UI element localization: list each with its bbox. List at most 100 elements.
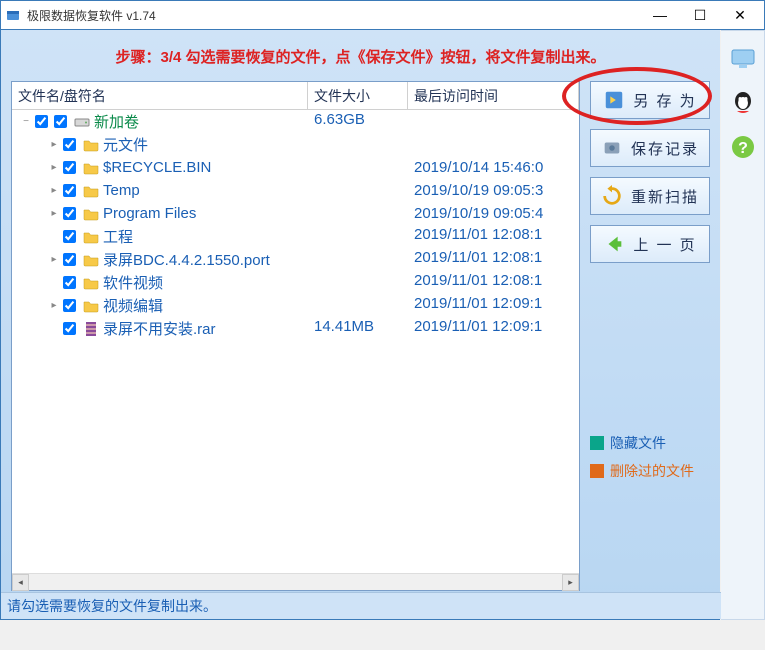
save-as-icon: [603, 89, 625, 111]
file-name: Temp: [103, 182, 140, 199]
save-as-button[interactable]: 另 存 为: [590, 81, 710, 119]
table-row[interactable]: 软件视频 2019/11/01 12:08:1: [12, 271, 579, 294]
scroll-right-icon[interactable]: ▸: [562, 574, 579, 591]
prev-label: 上 一 页: [633, 234, 696, 255]
legend-deleted-label: 删除过的文件: [610, 461, 694, 481]
row-checkbox[interactable]: [63, 299, 76, 312]
prev-icon: [603, 233, 625, 255]
folder-icon: [83, 183, 99, 199]
rescan-button[interactable]: 重新扫描: [590, 177, 710, 215]
file-date: [408, 111, 579, 132]
action-sidebar: 另 存 为 保存记录 重新扫描 上 一 页 隐藏文件: [580, 81, 710, 591]
file-size: [308, 249, 408, 270]
expand-icon[interactable]: [48, 323, 60, 334]
file-size: 6.63GB: [308, 111, 408, 132]
row-checkbox[interactable]: [54, 115, 67, 128]
folder-icon: [83, 160, 99, 176]
app-icon: [5, 7, 21, 23]
file-name: 录屏不用安装.rar: [103, 318, 216, 339]
row-checkbox[interactable]: [63, 276, 76, 289]
row-checkbox[interactable]: [63, 184, 76, 197]
folder-icon: [83, 206, 99, 222]
file-date: 2019/10/14 15:46:0: [408, 159, 579, 176]
table-row[interactable]: − 新加卷 6.63GB: [12, 110, 579, 133]
expand-icon[interactable]: ▸: [48, 139, 60, 150]
table-row[interactable]: 工程 2019/11/01 12:08:1: [12, 225, 579, 248]
file-date: 2019/10/19 09:05:3: [408, 182, 579, 199]
expand-icon[interactable]: ▸: [48, 162, 60, 173]
file-date: 2019/11/01 12:09:1: [408, 318, 579, 339]
legend-hidden-swatch: [590, 436, 604, 450]
row-checkbox[interactable]: [63, 207, 76, 220]
folder-icon: [83, 252, 99, 268]
status-bar: 请勾选需要恢复的文件复制出来。: [1, 592, 721, 619]
expand-icon[interactable]: ▸: [48, 185, 60, 196]
rescan-icon: [601, 185, 623, 207]
tray-qq-icon[interactable]: [729, 89, 757, 117]
row-checkbox[interactable]: [35, 115, 48, 128]
file-name: 录屏BDC.4.4.2.1550.port: [103, 249, 270, 270]
table-row[interactable]: 录屏不用安装.rar 14.41MB 2019/11/01 12:09:1: [12, 317, 579, 340]
legend-hidden-label: 隐藏文件: [610, 433, 666, 453]
expand-icon[interactable]: −: [20, 116, 32, 127]
file-size: [308, 182, 408, 199]
step-hint: 步骤：3/4 勾选需要恢复的文件，点《保存文件》按钮，将文件复制出来。: [11, 40, 710, 81]
save-log-label: 保存记录: [631, 138, 699, 159]
file-name: 元文件: [103, 134, 148, 155]
prev-page-button[interactable]: 上 一 页: [590, 225, 710, 263]
main-frame: 步骤：3/4 勾选需要恢复的文件，点《保存文件》按钮，将文件复制出来。 文件名/…: [0, 30, 720, 620]
folder-icon: [83, 298, 99, 314]
h-scrollbar[interactable]: ◂ ▸: [12, 573, 579, 590]
expand-icon[interactable]: ▸: [48, 254, 60, 265]
file-date: 2019/11/01 12:09:1: [408, 295, 579, 316]
table-row[interactable]: ▸$RECYCLE.BIN 2019/10/14 15:46:0: [12, 156, 579, 179]
expand-icon[interactable]: ▸: [48, 300, 60, 311]
row-checkbox[interactable]: [63, 253, 76, 266]
row-checkbox[interactable]: [63, 138, 76, 151]
expand-icon[interactable]: ▸: [48, 208, 60, 219]
window-title: 极限数据恢复软件 v1.74: [27, 7, 640, 24]
file-name: 新加卷: [94, 111, 139, 132]
save-as-label: 另 存 为: [633, 90, 696, 111]
save-log-button[interactable]: 保存记录: [590, 129, 710, 167]
folder-icon: [83, 229, 99, 245]
save-log-icon: [601, 137, 623, 159]
file-date: 2019/11/01 12:08:1: [408, 272, 579, 293]
expand-icon[interactable]: [48, 231, 60, 242]
close-button[interactable]: ✕: [720, 1, 760, 29]
file-list-panel: 文件名/盘符名 文件大小 最后访问时间 − 新加卷 6.63GB ▸ 元文件 ▸$R…: [11, 81, 580, 591]
svg-text:?: ?: [738, 140, 748, 157]
title-bar: 极限数据恢复软件 v1.74 — ☐ ✕: [0, 0, 765, 30]
minimize-button[interactable]: —: [640, 1, 680, 29]
file-size: [308, 272, 408, 293]
file-date: [408, 134, 579, 155]
table-row[interactable]: ▸录屏BDC.4.4.2.1550.port 2019/11/01 12:08:…: [12, 248, 579, 271]
tray-monitor-icon[interactable]: [729, 45, 757, 73]
rescan-label: 重新扫描: [631, 186, 699, 207]
table-row[interactable]: ▸ 视频编辑 2019/11/01 12:09:1: [12, 294, 579, 317]
folder-icon: [83, 275, 99, 291]
table-row[interactable]: ▸Program Files 2019/10/19 09:05:4: [12, 202, 579, 225]
list-header: 文件名/盘符名 文件大小 最后访问时间: [12, 82, 579, 110]
scroll-left-icon[interactable]: ◂: [12, 574, 29, 591]
col-filename[interactable]: 文件名/盘符名: [12, 82, 308, 109]
file-date: 2019/10/19 09:05:4: [408, 205, 579, 222]
file-size: [308, 205, 408, 222]
side-tray: ?: [721, 30, 765, 620]
file-date: 2019/11/01 12:08:1: [408, 226, 579, 247]
tray-help-icon[interactable]: ?: [729, 133, 757, 161]
col-date[interactable]: 最后访问时间: [408, 82, 579, 109]
row-checkbox[interactable]: [63, 230, 76, 243]
row-checkbox[interactable]: [63, 161, 76, 174]
vol-icon: [74, 114, 90, 130]
work-area: 文件名/盘符名 文件大小 最后访问时间 − 新加卷 6.63GB ▸ 元文件 ▸$R…: [11, 81, 710, 591]
col-filesize[interactable]: 文件大小: [308, 82, 408, 109]
table-row[interactable]: ▸ Temp 2019/10/19 09:05:3: [12, 179, 579, 202]
file-name: 视频编辑: [103, 295, 163, 316]
maximize-button[interactable]: ☐: [680, 1, 720, 29]
file-list-body[interactable]: − 新加卷 6.63GB ▸ 元文件 ▸$RECYCLE.BIN 2019/10/1…: [12, 110, 579, 573]
row-checkbox[interactable]: [63, 322, 76, 335]
expand-icon[interactable]: [48, 277, 60, 288]
file-size: 14.41MB: [308, 318, 408, 339]
table-row[interactable]: ▸ 元文件: [12, 133, 579, 156]
